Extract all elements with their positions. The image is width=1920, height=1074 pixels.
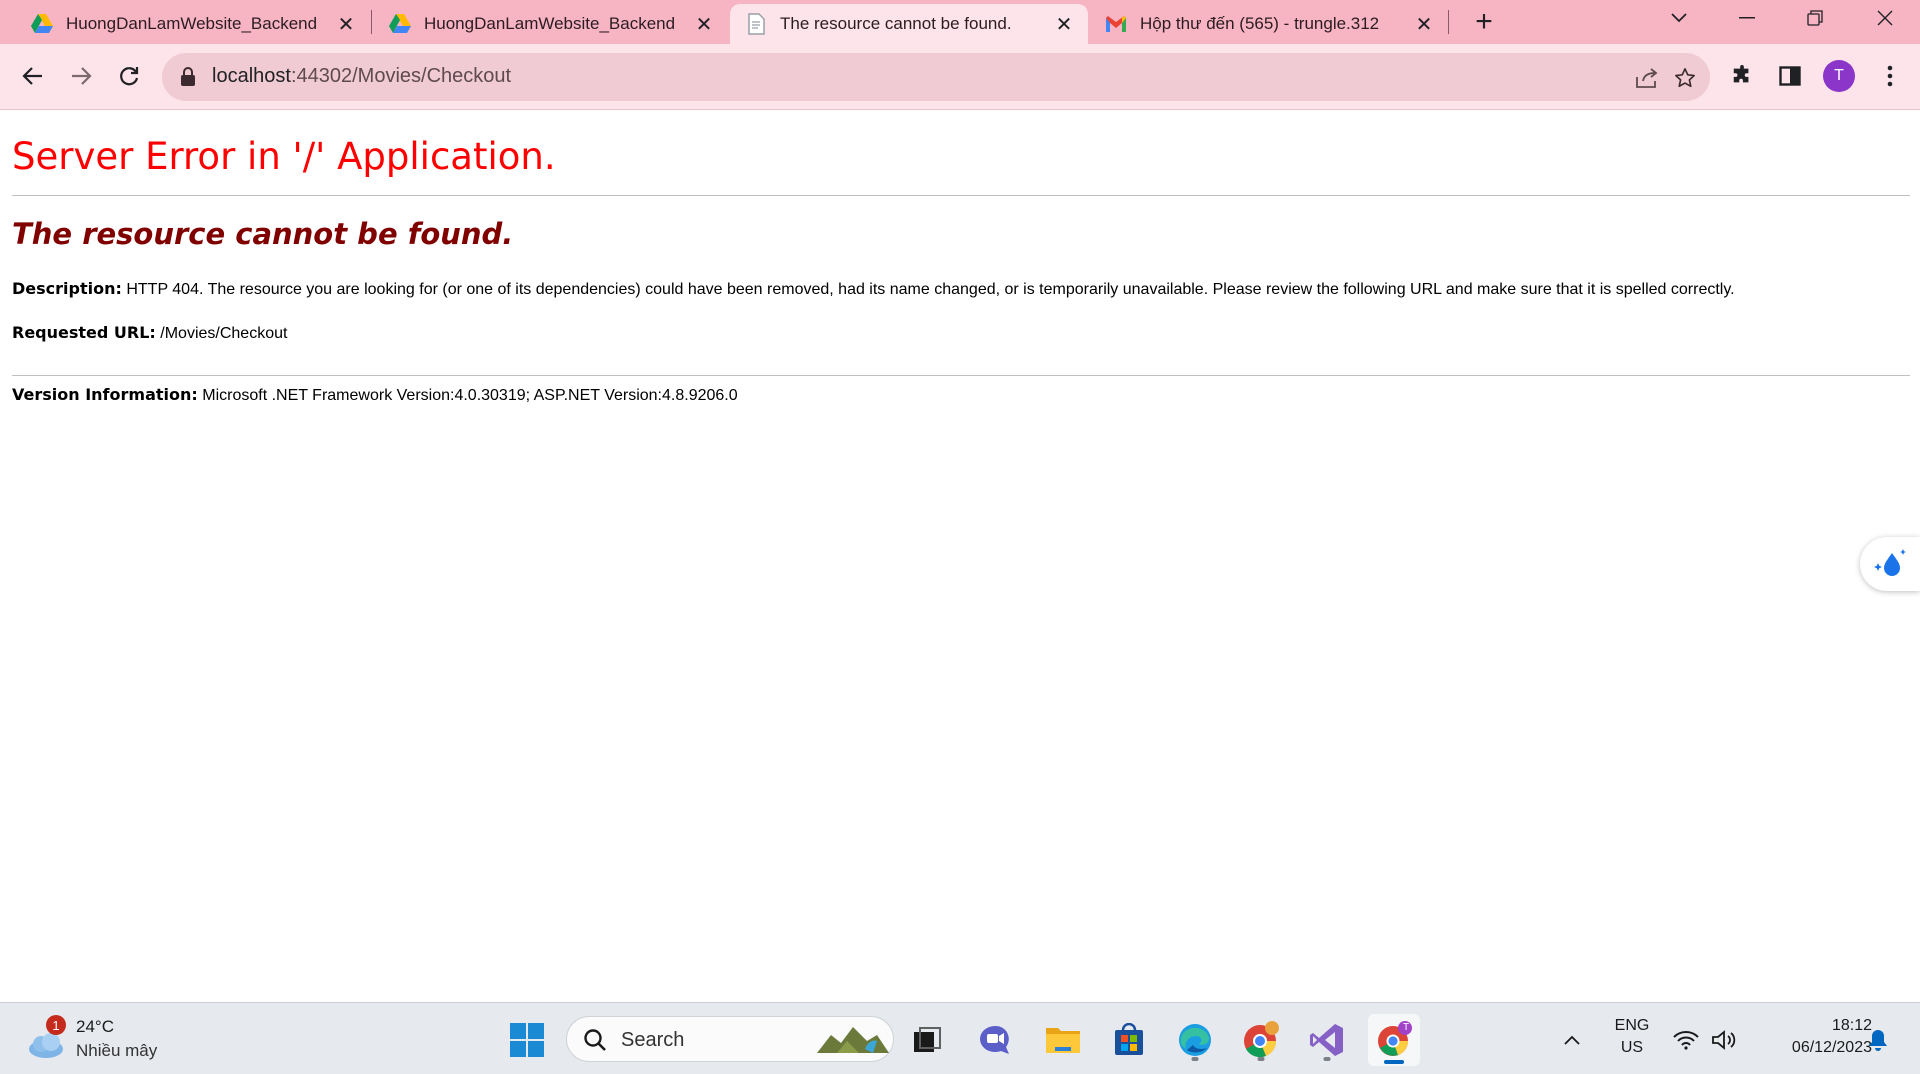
clock-time: 18:12: [1831, 1017, 1872, 1034]
keyboard-layout: US: [1620, 1039, 1644, 1056]
divider: [12, 375, 1910, 376]
weather-description: Nhiều mây: [76, 1041, 158, 1060]
task-view-icon[interactable]: [904, 1017, 950, 1063]
blank-page-icon: [744, 12, 768, 36]
tab-separator: [371, 10, 372, 34]
gmail-icon: [1104, 12, 1128, 36]
share-icon[interactable]: [1634, 65, 1660, 91]
close-icon[interactable]: ✕: [1052, 12, 1076, 36]
error-subtitle: The resource cannot be found.: [12, 217, 514, 251]
new-tab-button[interactable]: +: [1466, 4, 1502, 40]
chevron-up-icon[interactable]: [1552, 1017, 1592, 1063]
clock-date: 06/12/2023: [1791, 1039, 1872, 1056]
taskbar-search[interactable]: Search: [566, 1016, 894, 1062]
address-bar[interactable]: localhost:44302/Movies/Checkout: [162, 53, 1710, 101]
tab-title: HuongDanLamWebsite_Backend: [66, 14, 318, 33]
start-icon[interactable]: [504, 1017, 550, 1063]
visual-studio-icon[interactable]: [1304, 1017, 1350, 1063]
reload-icon[interactable]: [110, 57, 148, 95]
browser-toolbar: localhost:44302/Movies/Checkout T: [0, 44, 1920, 110]
sparkle-assistant-icon[interactable]: [1860, 537, 1920, 591]
requested-url-line: Requested URL: /Movies/Checkout: [12, 323, 287, 343]
tab-title: Hộp thư đến (565) - trungle.312: [1140, 14, 1380, 33]
description-label: Description:: [12, 279, 122, 298]
requested-url-value: /Movies/Checkout: [160, 325, 288, 342]
weather-widget[interactable]: 1 24°C Nhiều mây: [26, 1015, 186, 1065]
windows-taskbar: 1 24°C Nhiều mây Search T ENG US 18:12 0…: [0, 1002, 1920, 1074]
file-explorer-icon[interactable]: [1040, 1017, 1086, 1063]
description-text: HTTP 404. The resource you are looking f…: [126, 281, 1735, 298]
search-icon: [583, 1028, 607, 1057]
tab-gmail[interactable]: Hộp thư đến (565) - trungle.312 ✕: [1090, 4, 1448, 44]
minimize-icon[interactable]: [1714, 0, 1780, 36]
search-placeholder: Search: [621, 1029, 685, 1051]
google-drive-icon: [30, 12, 54, 36]
lock-icon[interactable]: [180, 67, 200, 87]
microsoft-store-icon[interactable]: [1106, 1017, 1152, 1063]
side-panel-icon[interactable]: [1772, 58, 1808, 94]
close-icon[interactable]: ✕: [334, 12, 358, 36]
tab-search-chevron-icon[interactable]: [1646, 0, 1712, 36]
volume-icon[interactable]: [1704, 1017, 1744, 1063]
running-indicator: [1191, 1057, 1199, 1061]
close-icon[interactable]: ✕: [692, 12, 716, 36]
cloud-icon: [26, 1031, 66, 1064]
window-close-icon[interactable]: [1852, 0, 1918, 36]
tab-resource-not-found[interactable]: The resource cannot be found. ✕: [730, 4, 1088, 44]
version-label: Version Information:: [12, 385, 198, 404]
url-text[interactable]: localhost:44302/Movies/Checkout: [212, 65, 511, 88]
tab-drive-2[interactable]: HuongDanLamWebsite_Backend ✕: [374, 4, 728, 44]
edge-icon[interactable]: [1172, 1017, 1218, 1063]
tab-strip: HuongDanLamWebsite_Backend ✕ HuongDanLam…: [0, 0, 1920, 44]
search-highlight-image: [817, 1023, 889, 1062]
bookmark-star-icon[interactable]: [1672, 65, 1698, 91]
forward-arrow-icon[interactable]: [62, 57, 100, 95]
extensions-puzzle-icon[interactable]: [1724, 58, 1760, 94]
version-info-line: Version Information: Microsoft .NET Fram…: [12, 385, 738, 405]
description-line: Description: HTTP 404. The resource you …: [12, 279, 1735, 299]
chrome-icon[interactable]: [1238, 1017, 1284, 1063]
google-drive-icon: [388, 12, 412, 36]
page-content: Server Error in '/' Application. The res…: [0, 111, 1920, 1002]
active-indicator: [1384, 1060, 1404, 1064]
language-code: ENG: [1614, 1017, 1650, 1034]
more-menu-icon[interactable]: [1872, 58, 1908, 94]
close-icon[interactable]: ✕: [1412, 12, 1436, 36]
profile-badge: T: [1403, 1022, 1410, 1033]
requested-url-label: Requested URL:: [12, 323, 156, 342]
tab-title: HuongDanLamWebsite_Backend: [424, 14, 676, 33]
clock[interactable]: 18:12 06/12/2023: [1752, 1017, 1872, 1057]
teams-chat-icon[interactable]: [972, 1017, 1018, 1063]
page-title: Server Error in '/' Application.: [12, 135, 556, 178]
weather-temp: 24°C: [76, 1017, 114, 1036]
version-value: Microsoft .NET Framework Version:4.0.303…: [202, 387, 738, 404]
running-indicator: [1323, 1057, 1331, 1061]
notification-bell-icon[interactable]: [1858, 1017, 1898, 1063]
input-language[interactable]: ENG US: [1606, 1017, 1658, 1057]
wifi-icon[interactable]: [1666, 1017, 1706, 1063]
divider: [12, 195, 1910, 196]
restore-icon[interactable]: [1782, 0, 1848, 36]
tab-drive-1[interactable]: HuongDanLamWebsite_Backend ✕: [16, 4, 370, 44]
running-indicator: [1257, 1057, 1265, 1061]
chrome-profile-icon[interactable]: T: [1368, 1014, 1420, 1066]
notification-badge: 1: [46, 1015, 66, 1035]
profile-avatar[interactable]: T: [1823, 60, 1855, 92]
tab-separator: [1448, 10, 1449, 34]
back-arrow-icon[interactable]: [14, 57, 52, 95]
tab-title: The resource cannot be found.: [780, 14, 1012, 33]
